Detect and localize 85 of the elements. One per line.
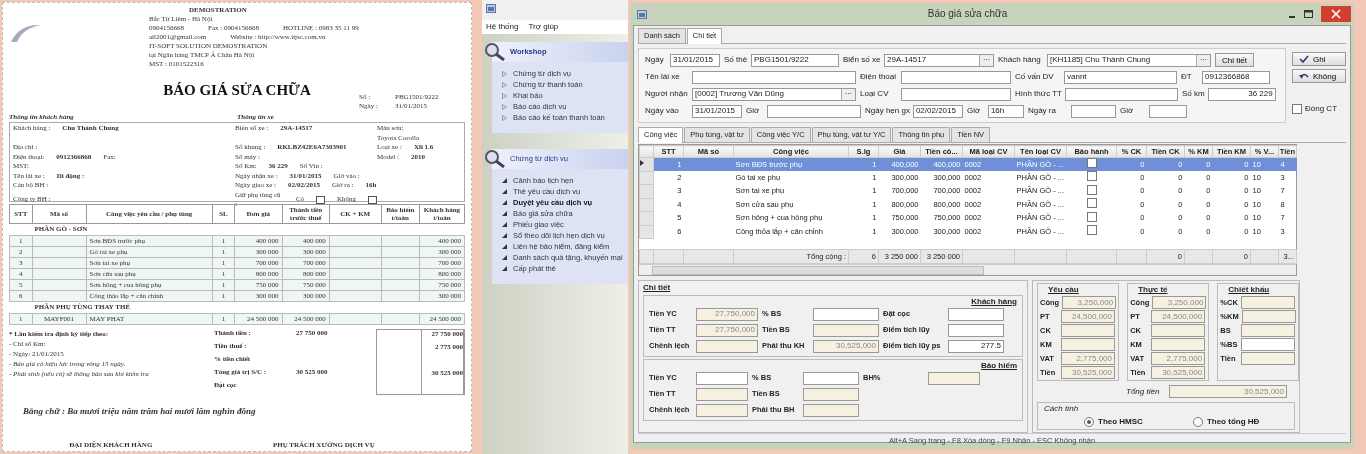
input-field[interactable] [901,70,1011,84]
input-field[interactable] [692,70,856,84]
radio-option[interactable]: Theo HMSC [1084,417,1143,427]
undo-icon [1299,72,1309,80]
input-field[interactable]: 36 229 [1207,87,1276,101]
detail-button[interactable]: Chi tiết [1215,53,1254,67]
group-title: Cách tính [1044,404,1079,413]
input-field[interactable] [1065,87,1178,101]
group-title: Thực tế [1138,285,1169,295]
input-field[interactable] [1148,104,1187,118]
field-label: Tổng tiền [1126,386,1161,397]
input-field[interactable] [767,104,861,118]
input-field[interactable]: 31/01/2015 [670,53,720,67]
field-label: Giờ [1119,106,1135,116]
field-label: Ngày hẹn gx [865,106,910,116]
field-label: Loại CV [860,89,890,99]
checkbox[interactable] [1086,184,1097,195]
field-label: Giờ [746,106,761,116]
field-label: Tên lái xe [645,72,681,82]
input-field[interactable] [948,307,1004,321]
checkbox-label: Đóng CT [1305,104,1337,114]
action-button[interactable]: Ghi [1292,52,1346,66]
group-title: Chiết khấu [1228,285,1271,295]
triangle-icon [502,244,507,249]
group-title: Bảo hiểm [981,361,1017,371]
app-icon [637,9,647,19]
field-label: Số thẻ [724,55,748,65]
field-label: Hình thức TT [1015,89,1062,99]
group-title: Yêu cầu [1048,285,1080,295]
triangle-icon [502,233,507,238]
triangle-icon [502,200,507,205]
input-field[interactable] [803,371,859,385]
triangle-icon [502,189,507,194]
input-field[interactable]: vannt [1064,70,1177,84]
input-field[interactable]: 0912366868 [1202,70,1270,84]
field-label: Khách hàng [998,55,1042,65]
input-field[interactable] [813,307,879,321]
field-label: Ngày vào [645,106,680,116]
checkbox[interactable] [1086,158,1097,168]
input-field[interactable] [1070,104,1116,118]
input-field[interactable]: 31/01/2015 [692,104,742,118]
checkmark-icon [1299,55,1309,63]
field-label: Ngày [645,55,665,65]
field-label: Ngày ra [1027,106,1057,116]
field-label: Điện thoại [860,72,898,82]
input-field[interactable]: 16h [987,104,1024,118]
input-field[interactable]: PBG1501/9222 [751,53,839,67]
window-title: Báo giá sửa chữa [926,9,1009,19]
close-icon[interactable] [1321,6,1351,22]
horizontal-scrollbar[interactable] [639,264,1296,275]
checkbox[interactable] [1292,104,1302,114]
triangle-icon [502,222,507,227]
triangle-icon [502,266,507,271]
document-title: BÁO GIÁ SỬA CHỮA [163,81,311,99]
field-label: Biển số xe [843,55,881,65]
checkbox[interactable] [1086,198,1097,209]
radio-option[interactable]: Theo tổng HĐ [1192,417,1260,427]
input-field[interactable] [696,371,748,385]
menu-item[interactable]: Hệ thống [486,22,519,32]
action-button[interactable]: Không [1292,69,1346,83]
input-field[interactable] [1241,338,1296,351]
field-label: Người nhận [645,89,689,99]
input-field[interactable]: 02/02/2015 [912,104,963,118]
checkbox[interactable] [1086,211,1097,222]
triangle-icon [502,178,507,183]
field-label: ĐT [1181,72,1193,82]
field-label: Giờ [966,106,982,116]
field-label: Cố vấn DV [1015,72,1055,82]
pointer-icon [640,160,644,167]
input-field[interactable] [948,323,1004,337]
amount-in-words: Bằng chữ : Ba mươi triệu năm trăm hai mươi lăm nghìn đồng [23,405,257,417]
group-title: Khách hàng [971,297,1017,307]
checkbox[interactable] [1086,171,1097,182]
input-field[interactable] [901,87,1011,101]
app-icon [486,4,496,13]
triangle-icon [502,255,507,260]
triangle-icon [502,211,507,216]
group-title: Chi tiết [643,283,671,292]
radio-button[interactable] [1084,417,1094,427]
input-field[interactable]: 277.5 [948,339,1004,353]
field-label: Số km [1182,89,1205,99]
menu-item[interactable]: Trợ giúp [528,22,559,32]
checkbox[interactable] [1086,225,1097,236]
maximize-icon[interactable] [1304,10,1313,18]
radio-button[interactable] [1192,417,1203,427]
